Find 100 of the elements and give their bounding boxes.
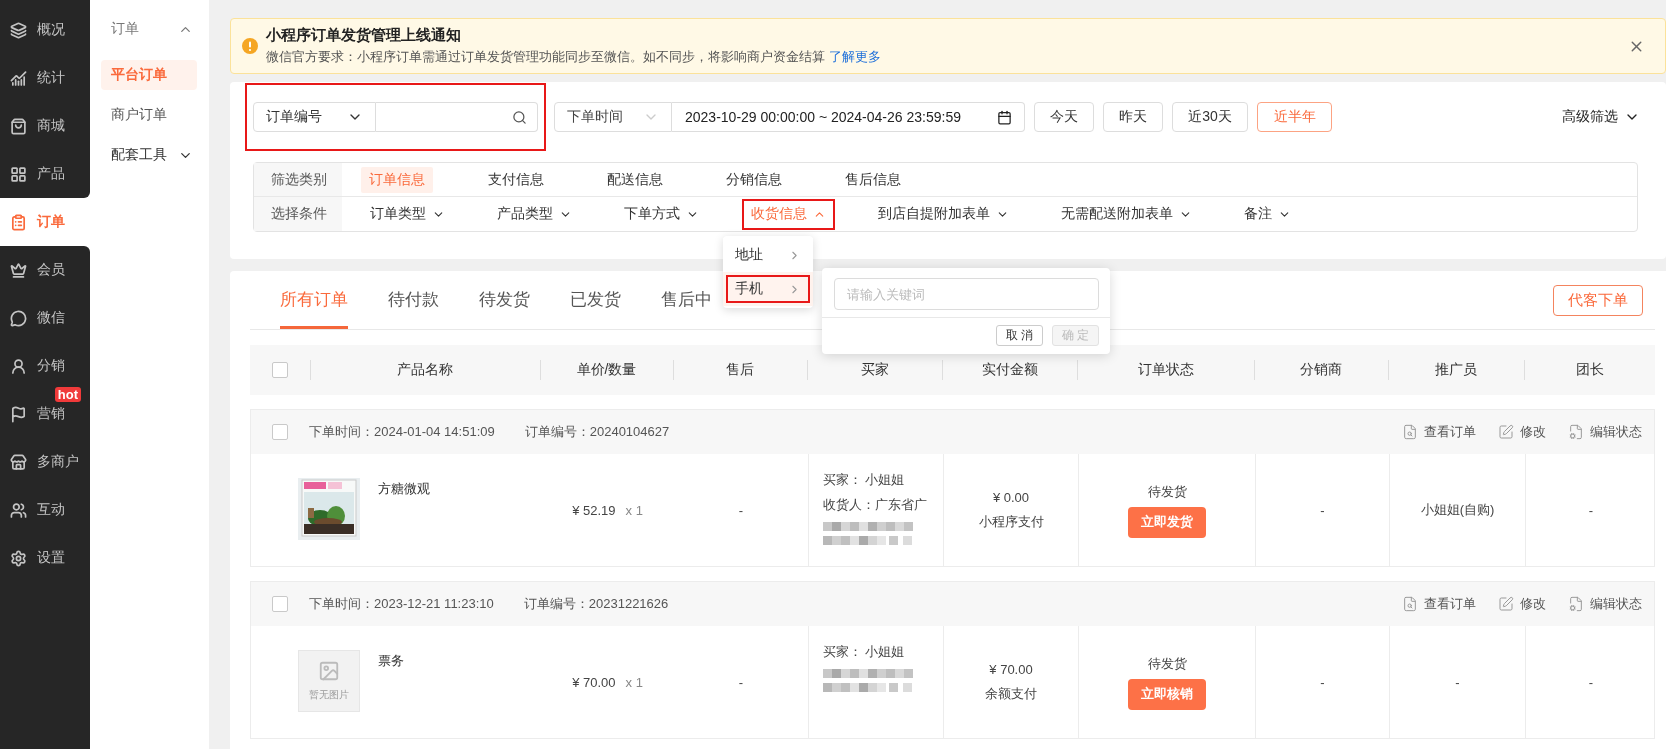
order-status: 待发货 (1147, 482, 1187, 501)
users-icon (10, 501, 27, 519)
buyer-name: 买家： 小姐姐 (823, 472, 906, 489)
category-tab[interactable]: 分销信息 (718, 166, 790, 193)
condition-dropdown[interactable]: 订单类型 (361, 198, 454, 230)
clipboard-icon (10, 213, 27, 231)
order-tab[interactable]: 售后中 (661, 271, 712, 329)
sidebar-item[interactable]: 概况 (0, 6, 90, 54)
filter-label: 选择条件 (254, 197, 342, 231)
order-action-link[interactable]: 编辑状态 (1568, 423, 1642, 441)
sidebar-item[interactable]: 商城 (0, 102, 90, 150)
filter-label: 筛选类别 (254, 163, 342, 196)
sidebar-item[interactable]: 多商户 (0, 438, 90, 486)
date-range-field[interactable]: 2023-10-29 00:00:00 ~ 2024-04-26 23:59:59 (672, 102, 1025, 132)
checkbox[interactable] (272, 596, 288, 612)
search-field[interactable] (376, 102, 538, 132)
category-tab[interactable]: 支付信息 (480, 166, 552, 193)
date-preset-button[interactable]: 近30天 (1172, 102, 1248, 132)
column-header: 单价/数量 (576, 361, 637, 379)
cancel-button[interactable]: 取 消 (996, 325, 1043, 346)
search-type-select[interactable]: 订单编号 (253, 102, 376, 132)
column-header: 售后 (726, 361, 754, 379)
after-sale-value: - (738, 502, 744, 518)
sidebar-item[interactable]: hot 营销 (0, 390, 90, 438)
payment-method: 小程序支付 (978, 512, 1044, 531)
order-time: 下单时间：2024-01-04 14:51:09 (309, 423, 495, 441)
category-tab[interactable]: 售后信息 (837, 166, 909, 193)
order-tab[interactable]: 待付款 (388, 271, 439, 329)
placeholder-text: 暂无图片 (309, 688, 349, 702)
notice-title: 小程序订单发货管理上线通知 (266, 26, 462, 45)
distributor-value: - (1320, 674, 1325, 690)
sidebar-item[interactable]: 统计 (0, 54, 90, 102)
grid-icon (10, 165, 27, 183)
column-header: 订单状态 (1137, 361, 1194, 379)
sidebar-item[interactable]: 分销 (0, 342, 90, 390)
document-search-icon (1402, 596, 1418, 612)
menu-item[interactable]: 手机 (723, 272, 813, 306)
learn-more-link[interactable]: 了解更多 (829, 50, 881, 64)
sidebar-item[interactable]: 微信 (0, 294, 90, 342)
date-preset-button[interactable]: 今天 (1034, 102, 1094, 132)
unit-price: ¥ 52.19 (572, 502, 616, 518)
order-tab[interactable]: 待发货 (479, 271, 530, 329)
submenu-group[interactable]: 配套工具 (101, 140, 197, 170)
submenu-header[interactable]: 订单 (101, 14, 197, 44)
unit-price: ¥ 70.00 (572, 674, 616, 690)
sidebar-item[interactable]: 会员 (0, 246, 90, 294)
leader-value: - (1588, 674, 1594, 690)
menu-item[interactable]: 地址 (723, 238, 813, 272)
flag-icon (10, 405, 27, 423)
promoter-value: 小姐姐(自购) (1420, 501, 1495, 519)
distributor-value: - (1320, 502, 1325, 518)
category-tab[interactable]: 配送信息 (599, 166, 671, 193)
sidebar-item[interactable]: 产品 (0, 150, 90, 198)
chart-icon (10, 69, 27, 87)
condition-dropdown[interactable]: 无需配送附加表单 (1052, 198, 1201, 230)
document-gear-icon (1568, 596, 1584, 612)
after-sale-value: - (738, 674, 744, 690)
document-gear-icon (1568, 424, 1584, 440)
hot-badge: hot (54, 387, 81, 402)
advanced-filter-button[interactable]: 高级筛选 (1562, 108, 1640, 126)
chat-bubble-icon (10, 309, 27, 327)
column-header: 团长 (1575, 361, 1604, 379)
sidebar-item[interactable]: 互动 (0, 486, 90, 534)
crown-icon (10, 261, 27, 279)
order-action-link[interactable]: 查看订单 (1402, 595, 1476, 613)
order-action-link[interactable]: 查看订单 (1402, 423, 1476, 441)
order-tab[interactable]: 已发货 (570, 271, 621, 329)
order-action-link[interactable]: 修改 (1498, 595, 1546, 613)
warning-icon (242, 38, 258, 54)
column-header: 买家 (860, 361, 889, 379)
order-action-link[interactable]: 编辑状态 (1568, 595, 1642, 613)
product-name: 票务 (378, 652, 404, 670)
edit-icon (1498, 596, 1514, 612)
submenu-item[interactable]: 商户订单 (101, 100, 197, 130)
document-search-icon (1402, 424, 1418, 440)
edit-icon (1498, 424, 1514, 440)
condition-dropdown[interactable]: 下单方式 (615, 198, 708, 230)
buyer-name: 买家： 小姐姐 (823, 644, 906, 661)
leader-value: - (1588, 502, 1594, 518)
image-icon (318, 660, 340, 682)
payment-method: 余额支付 (985, 684, 1037, 703)
quantity: x 1 (625, 502, 643, 518)
date-type-select[interactable]: 下单时间 (554, 102, 672, 132)
order-action-link[interactable]: 修改 (1498, 423, 1546, 441)
consignee-text: 收货人：广东省广 (823, 497, 928, 514)
paid-amount: ¥ 0.00 (992, 489, 1030, 505)
quantity: x 1 (625, 674, 643, 690)
date-preset-button[interactable]: 昨天 (1103, 102, 1163, 132)
order-time: 下单时间：2023-12-21 11:23:10 (309, 595, 494, 613)
condition-dropdown[interactable]: 到店自提附加表单 (869, 198, 1018, 230)
keyword-field[interactable]: 请输入关键词 (834, 278, 1099, 310)
column-header: 实付金额 (981, 361, 1038, 379)
order-number: 订单编号：20240104627 (524, 423, 670, 441)
condition-dropdown[interactable]: 备注 (1235, 198, 1300, 230)
search-icon (512, 109, 527, 125)
condition-dropdown[interactable]: 产品类型 (488, 198, 581, 230)
sidebar-item[interactable]: 设置 (0, 534, 90, 582)
settings-icon (10, 549, 27, 567)
checkbox[interactable] (272, 424, 288, 440)
checkbox[interactable] (272, 362, 288, 378)
